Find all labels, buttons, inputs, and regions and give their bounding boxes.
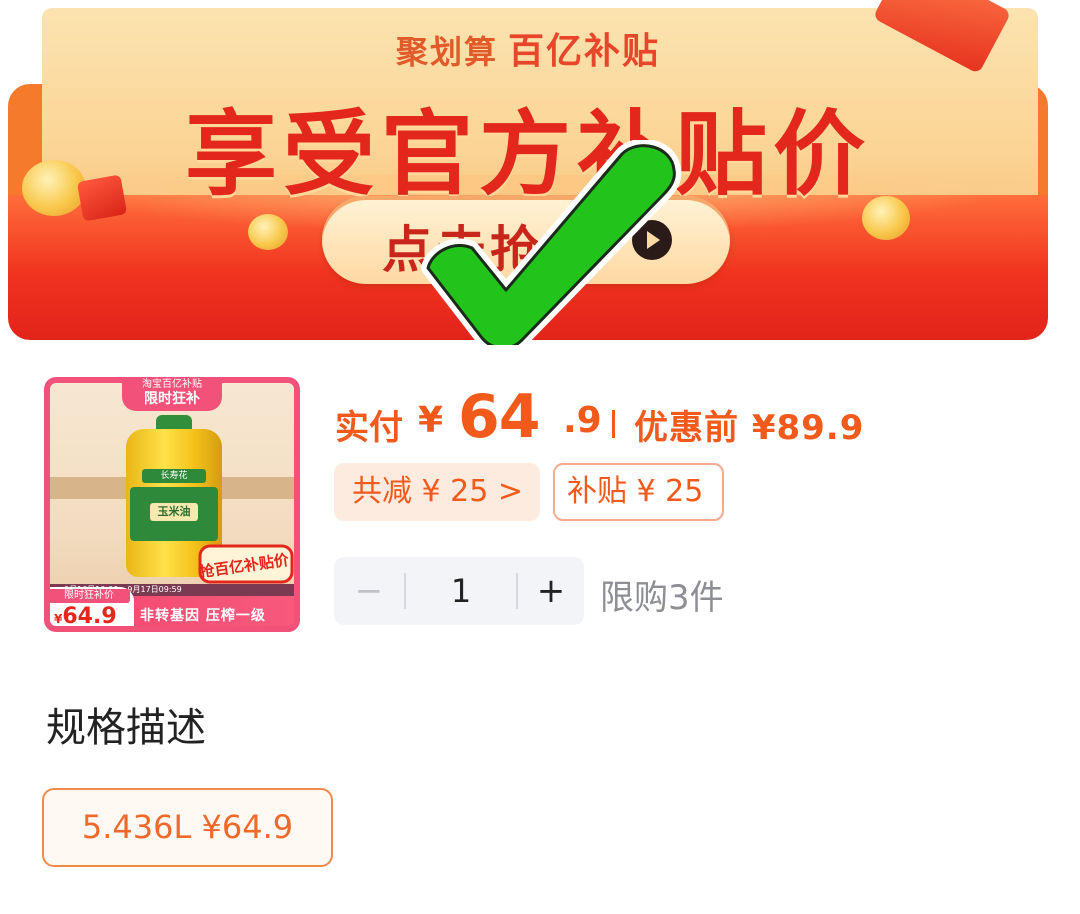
decrease-button[interactable]: − [334,557,404,625]
promo-banner[interactable]: 聚划算百亿补贴 享受官方补贴价 点击抢 [0,0,1080,345]
product-thumbnail[interactable]: 长寿花 玉米油 抢百亿补贴价 9月16日10:00 – 9月17日09:59 限… [44,377,300,632]
spec-option-button[interactable]: 5.436L ¥64.9 [42,788,333,867]
original-price: 优惠前 ¥89.9 [634,408,865,448]
thumbnail-top-big: 限时狂补 [144,391,200,407]
quantity-stepper: − 1 + [334,557,584,625]
quantity-input[interactable]: 1 [406,557,516,625]
thumbnail-frame [44,377,300,632]
purchase-limit: 限购3件 [600,578,724,618]
actual-pay-label: 实付 [335,408,403,448]
actual-pay-currency: ¥ [418,400,444,441]
actual-pay-integer: 64 [458,382,540,452]
thumbnail-top-small: 淘宝百亿补贴 [142,379,202,390]
banner-subtitle: 聚划算 百亿补贴 [0,22,1056,74]
spec-section-title: 规格描述 [46,705,206,751]
juhuasuan-logo: 聚划算 [395,33,498,71]
total-discount-chip[interactable]: 共减 ¥ 25 > [334,463,540,521]
increase-button[interactable]: + [518,557,584,625]
price-divider [612,410,615,438]
banner-subtitle-text: 百亿补贴 [508,31,661,72]
gold-coin-icon [248,214,288,250]
subsidy-chip: 补贴 ¥ 25 [553,463,724,521]
actual-pay-decimal: .9 [563,400,602,441]
green-checkmark-icon [421,140,682,345]
thumbnail-top-badge: 淘宝百亿补贴 限时狂补 [122,377,222,411]
